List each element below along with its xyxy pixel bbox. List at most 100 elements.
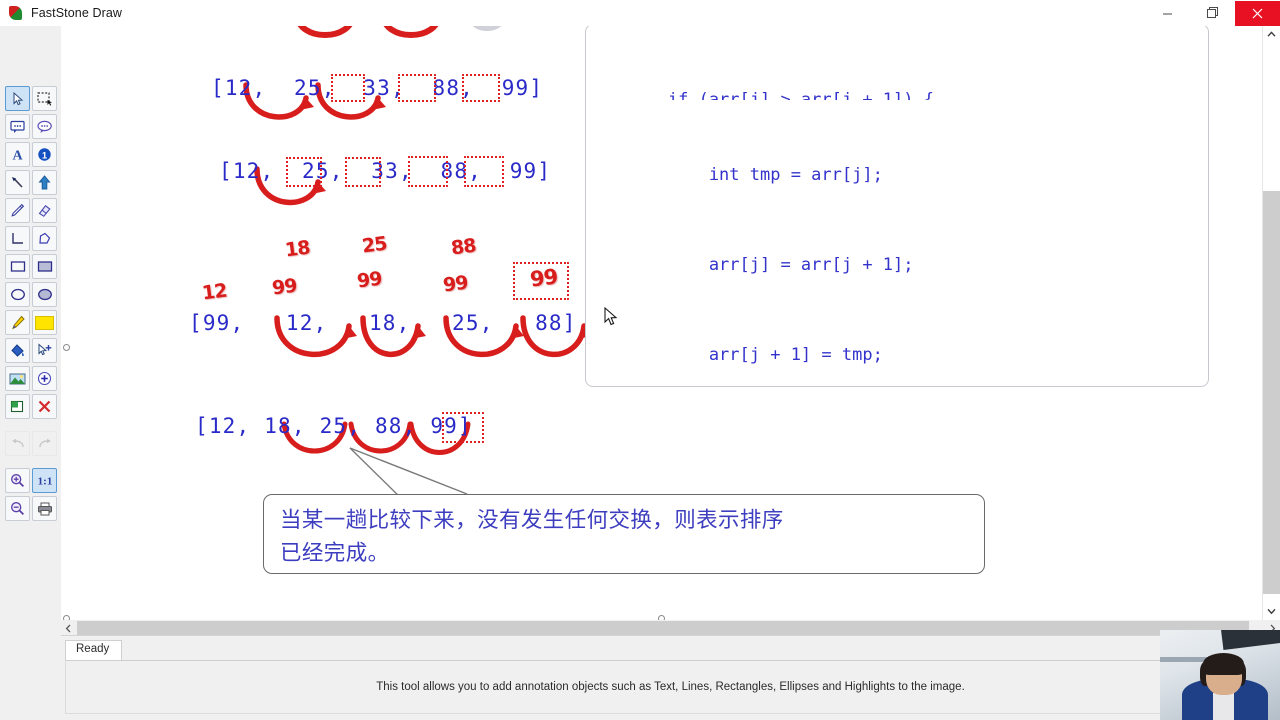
tool-row bbox=[5, 310, 57, 335]
tool-row: 1:1 bbox=[5, 468, 57, 493]
highlight-box-33-row2 bbox=[345, 157, 381, 187]
tool-row bbox=[5, 366, 57, 391]
tool-row bbox=[5, 254, 57, 279]
scroll-left-arrow-icon[interactable] bbox=[61, 620, 76, 636]
tools-panel: A 1 1:1 bbox=[0, 26, 62, 720]
text-tool[interactable]: A bbox=[5, 142, 30, 167]
fill-tool[interactable] bbox=[5, 338, 30, 363]
callout-line-2: 已经完成。 bbox=[280, 541, 390, 566]
code-line-clipped: if (arr[j] > arr[j + 1]) { bbox=[586, 90, 934, 100]
highlight-box-88 bbox=[398, 74, 436, 102]
window-title: FastStone Draw bbox=[31, 6, 123, 20]
status-body: This tool allows you to add annotation o… bbox=[65, 660, 1276, 714]
arrow-tool[interactable] bbox=[5, 170, 30, 195]
pencil-tool[interactable] bbox=[5, 198, 30, 223]
filled-ellipse-tool[interactable] bbox=[32, 282, 57, 307]
redo-button[interactable] bbox=[32, 431, 57, 456]
highlight-box-99-row3 bbox=[513, 262, 569, 300]
array-row-3: [99, 12, 18, 25, 88] bbox=[189, 311, 577, 335]
tool-row bbox=[5, 226, 57, 251]
hand-note-25: 25 bbox=[360, 232, 388, 258]
callout-tool[interactable] bbox=[5, 114, 30, 139]
filled-rectangle-tool[interactable] bbox=[32, 254, 57, 279]
highlight-box-88-row2 bbox=[408, 156, 448, 187]
webcam-overlay bbox=[1160, 630, 1280, 720]
callout-box[interactable]: 当某一趟比较下来，没有发生任何交换，则表示排序 已经完成。 bbox=[263, 494, 985, 574]
zoom-in-button[interactable] bbox=[5, 468, 30, 493]
faststone-draw-window: FastStone Draw A 1 1:1 [12, 25, 33, 88, … bbox=[0, 0, 1280, 720]
status-area: Ready This tool allows you to add annota… bbox=[61, 635, 1280, 720]
status-tab: Ready bbox=[65, 640, 123, 660]
code-line: arr[j + 1] = tmp; bbox=[586, 345, 883, 365]
scroll-down-arrow-icon[interactable] bbox=[1263, 603, 1280, 620]
image-canvas[interactable]: [12, 25, 33, 88, 99] [12, 25, 33, 88, 99… bbox=[61, 26, 1261, 620]
hand-note-12: 12 bbox=[200, 279, 228, 305]
tool-row bbox=[5, 282, 57, 307]
callout-text: 当某一趟比较下来，没有发生任何交换，则表示排序 已经完成。 bbox=[280, 504, 970, 570]
marquee-select-tool[interactable] bbox=[32, 86, 57, 111]
eraser-tool[interactable] bbox=[32, 198, 57, 223]
close-button[interactable] bbox=[1235, 0, 1280, 26]
svg-text:1: 1 bbox=[42, 150, 48, 161]
tool-row bbox=[5, 431, 57, 456]
shadow-tool[interactable] bbox=[5, 394, 30, 419]
undo-button[interactable] bbox=[5, 431, 30, 456]
select-tool[interactable] bbox=[5, 86, 30, 111]
document-area: [12, 25, 33, 88, 99] [12, 25, 33, 88, 99… bbox=[61, 26, 1280, 720]
hand-note-18: 18 bbox=[283, 236, 311, 262]
block-arrow-up-tool[interactable] bbox=[32, 170, 57, 195]
add-selection-tool[interactable] bbox=[32, 338, 57, 363]
yellow-swatch-icon bbox=[35, 315, 54, 330]
horizontal-scrollbar[interactable] bbox=[61, 620, 1280, 636]
line-tool[interactable] bbox=[5, 226, 30, 251]
balloon-tool[interactable] bbox=[32, 114, 57, 139]
faststone-leaf-icon bbox=[8, 5, 24, 21]
tool-row bbox=[5, 198, 57, 223]
hand-note-88: 88 bbox=[449, 234, 477, 260]
selection-handle-left[interactable] bbox=[63, 344, 70, 351]
status-message: This tool allows you to add annotation o… bbox=[376, 681, 965, 693]
ellipse-tool[interactable] bbox=[5, 282, 30, 307]
svg-text:1:1: 1:1 bbox=[37, 476, 52, 488]
numbered-marker-tool[interactable]: 1 bbox=[32, 142, 57, 167]
highlighter-tool[interactable] bbox=[5, 310, 30, 335]
tool-row bbox=[5, 86, 57, 111]
horizontal-scroll-thumb[interactable] bbox=[77, 621, 1249, 635]
scroll-up-arrow-icon[interactable] bbox=[1263, 26, 1280, 43]
add-object-tool[interactable] bbox=[32, 366, 57, 391]
svg-text:A: A bbox=[12, 149, 23, 162]
hand-note-99b: 99 bbox=[355, 267, 383, 293]
mouse-cursor bbox=[604, 306, 618, 330]
delete-tool[interactable] bbox=[32, 394, 57, 419]
callout-line-1: 当某一趟比较下来，没有发生任何交换，则表示排序 bbox=[280, 508, 784, 533]
code-line: int tmp = arr[j]; bbox=[586, 165, 883, 185]
highlight-box-33 bbox=[331, 74, 365, 102]
highlight-box-99-row2 bbox=[464, 156, 504, 187]
polygon-tool[interactable] bbox=[32, 226, 57, 251]
zoom-out-button[interactable] bbox=[5, 496, 30, 521]
tool-row bbox=[5, 338, 57, 363]
restore-button[interactable] bbox=[1190, 1, 1235, 26]
hand-note-99c: 99 bbox=[441, 271, 469, 297]
tool-row bbox=[5, 394, 57, 419]
print-button[interactable] bbox=[32, 496, 57, 521]
rectangle-tool[interactable] bbox=[5, 254, 30, 279]
code-block: if (arr[j] > arr[j + 1]) { int tmp = arr… bbox=[586, 26, 1208, 386]
tool-row bbox=[5, 114, 57, 139]
vertical-scrollbar[interactable] bbox=[1262, 26, 1280, 620]
highlight-box-99-row1 bbox=[462, 74, 500, 102]
insert-image-tool[interactable] bbox=[5, 366, 30, 391]
highlight-box-99-row4 bbox=[442, 412, 484, 443]
vertical-scroll-thumb[interactable] bbox=[1263, 191, 1280, 594]
yellow-swatch[interactable] bbox=[32, 310, 57, 335]
title-bar: FastStone Draw bbox=[0, 0, 1280, 27]
minimize-button[interactable] bbox=[1145, 1, 1190, 26]
tool-row bbox=[5, 170, 57, 195]
code-panel: if (arr[j] > arr[j + 1]) { int tmp = arr… bbox=[585, 26, 1209, 387]
actual-size-button[interactable]: 1:1 bbox=[32, 468, 57, 493]
tool-row bbox=[5, 496, 57, 521]
array-row-4: [12, 18, 25, 88, 99] bbox=[195, 414, 472, 438]
highlight-box-25-row2 bbox=[286, 157, 322, 187]
code-line: arr[j] = arr[j + 1]; bbox=[586, 255, 914, 275]
tool-row: A 1 bbox=[5, 142, 57, 167]
